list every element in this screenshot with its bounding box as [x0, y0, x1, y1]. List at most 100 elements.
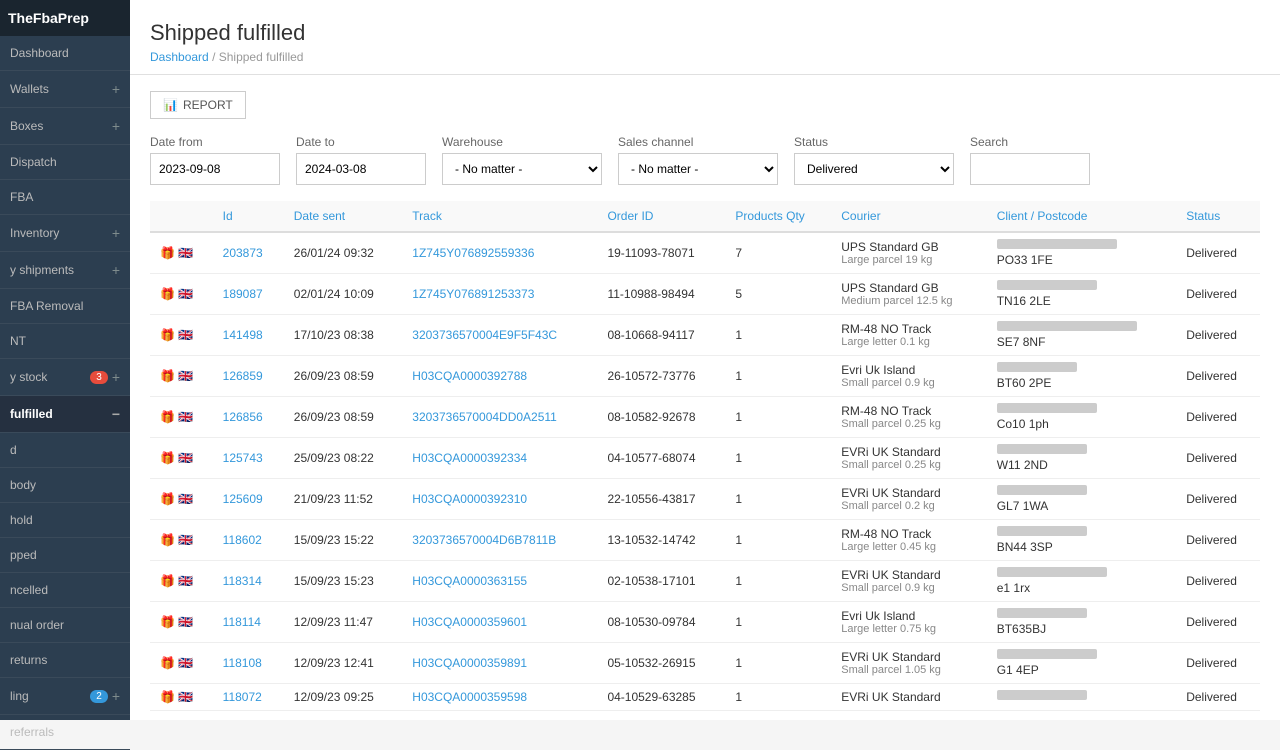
id-link[interactable]: 189087 [223, 287, 263, 301]
row-id[interactable]: 118114 [213, 602, 284, 643]
row-id[interactable]: 118072 [213, 684, 284, 711]
sidebar-item-ling[interactable]: ling 2 + [0, 678, 130, 715]
sales-channel-select[interactable]: - No matter - [618, 153, 778, 185]
y-stock-badge: 3 [90, 371, 108, 384]
id-link[interactable]: 203873 [223, 246, 263, 260]
sidebar-item-fba[interactable]: FBA [0, 180, 130, 215]
track-link[interactable]: H03CQA0000359891 [412, 656, 527, 670]
track-link[interactable]: H03CQA0000363155 [412, 574, 527, 588]
row-status: Delivered [1176, 561, 1260, 602]
row-track[interactable]: H03CQA0000363155 [402, 561, 597, 602]
row-track[interactable]: 1Z745Y076892559336 [402, 232, 597, 274]
col-header-order-id[interactable]: Order ID [597, 201, 725, 232]
col-header-status[interactable]: Status [1176, 201, 1260, 232]
gift-icon: 🎁 [160, 533, 175, 547]
id-link[interactable]: 125609 [223, 492, 263, 506]
row-track[interactable]: H03CQA0000392788 [402, 356, 597, 397]
row-date-sent: 25/09/23 08:22 [284, 438, 403, 479]
track-link[interactable]: H03CQA0000392788 [412, 369, 527, 383]
id-link[interactable]: 125743 [223, 451, 263, 465]
sidebar-item-inventory[interactable]: Inventory + [0, 215, 130, 252]
track-link[interactable]: 3203736570004DD0A2511 [412, 410, 557, 424]
courier-name: UPS Standard GB [841, 281, 976, 295]
sidebar-item-boxes[interactable]: Boxes + [0, 108, 130, 145]
track-link[interactable]: H03CQA0000359598 [412, 690, 527, 704]
sidebar-item-fba-removal[interactable]: FBA Removal [0, 289, 130, 324]
table-row: 🎁🇬🇧11831415/09/23 15:23H03CQA00003631550… [150, 561, 1260, 602]
track-link[interactable]: 1Z745Y076891253373 [412, 287, 534, 301]
row-id[interactable]: 118108 [213, 643, 284, 684]
row-date-sent: 26/01/24 09:32 [284, 232, 403, 274]
id-link[interactable]: 118602 [223, 533, 262, 547]
warehouse-select[interactable]: - No matter - [442, 153, 602, 185]
track-link[interactable]: H03CQA0000392310 [412, 492, 527, 506]
report-button[interactable]: 📊 REPORT [150, 91, 246, 119]
row-id[interactable]: 141498 [213, 315, 284, 356]
id-link[interactable]: 118114 [223, 615, 261, 629]
row-track[interactable]: 3203736570004E9F5F43C [402, 315, 597, 356]
track-link[interactable]: 1Z745Y076892559336 [412, 246, 534, 260]
row-track[interactable]: H03CQA0000359601 [402, 602, 597, 643]
id-link[interactable]: 141498 [223, 328, 263, 342]
sidebar-item-pped[interactable]: pped [0, 538, 130, 573]
main-content: Shipped fulfilled Dashboard / Shipped fu… [130, 0, 1280, 720]
row-id[interactable]: 189087 [213, 274, 284, 315]
id-link[interactable]: 118108 [223, 656, 262, 670]
row-id[interactable]: 118314 [213, 561, 284, 602]
sidebar-item-dashboard[interactable]: Dashboard [0, 36, 130, 71]
sidebar-item-hold[interactable]: hold [0, 503, 130, 538]
breadcrumb-home-link[interactable]: Dashboard [150, 50, 209, 64]
sidebar-item-y-shipments[interactable]: y shipments + [0, 252, 130, 289]
row-id[interactable]: 125743 [213, 438, 284, 479]
row-id[interactable]: 126856 [213, 397, 284, 438]
row-id[interactable]: 126859 [213, 356, 284, 397]
client-name-blurred [997, 239, 1166, 253]
search-input[interactable] [970, 153, 1090, 185]
flag-icon: 🇬🇧 [178, 492, 193, 506]
sidebar-item-ncelled[interactable]: ncelled [0, 573, 130, 608]
sidebar-item-d[interactable]: d [0, 433, 130, 468]
date-from-input[interactable] [150, 153, 280, 185]
row-track[interactable]: 1Z745Y076891253373 [402, 274, 597, 315]
track-link[interactable]: H03CQA0000392334 [412, 451, 527, 465]
page-header: Shipped fulfilled Dashboard / Shipped fu… [130, 0, 1280, 75]
sidebar-item-returns[interactable]: returns [0, 643, 130, 678]
col-header-track[interactable]: Track [402, 201, 597, 232]
sidebar-item-nt[interactable]: NT [0, 324, 130, 359]
track-link[interactable]: 3203736570004E9F5F43C [412, 328, 557, 342]
sidebar-item-body[interactable]: body [0, 468, 130, 503]
row-track[interactable]: H03CQA0000392310 [402, 479, 597, 520]
row-id[interactable]: 125609 [213, 479, 284, 520]
row-track[interactable]: H03CQA0000359891 [402, 643, 597, 684]
postcode: BT635BJ [997, 622, 1166, 636]
row-order-id: 19-11093-78071 [597, 232, 725, 274]
col-header-id[interactable]: Id [213, 201, 284, 232]
track-link[interactable]: 3203736570004D6B7811B [412, 533, 556, 547]
row-client-postcode: TN16 2LE [987, 274, 1176, 315]
sidebar-item-wallets[interactable]: Wallets + [0, 71, 130, 108]
row-date-sent: 17/10/23 08:38 [284, 315, 403, 356]
col-header-products-qty[interactable]: Products Qty [725, 201, 831, 232]
id-link[interactable]: 126856 [223, 410, 263, 424]
col-header-client-postcode[interactable]: Client / Postcode [987, 201, 1176, 232]
row-track[interactable]: H03CQA0000359598 [402, 684, 597, 711]
id-link[interactable]: 118072 [223, 690, 262, 704]
col-header-courier[interactable]: Courier [831, 201, 986, 232]
row-track[interactable]: 3203736570004D6B7811B [402, 520, 597, 561]
row-icons: 🎁🇬🇧 [150, 397, 213, 438]
row-id[interactable]: 203873 [213, 232, 284, 274]
row-id[interactable]: 118602 [213, 520, 284, 561]
sidebar-item-referrals[interactable]: referrals [0, 715, 130, 750]
status-select[interactable]: Delivered [794, 153, 954, 185]
row-track[interactable]: H03CQA0000392334 [402, 438, 597, 479]
sidebar-item-nual-order[interactable]: nual order [0, 608, 130, 643]
date-to-input[interactable] [296, 153, 426, 185]
id-link[interactable]: 126859 [223, 369, 263, 383]
row-track[interactable]: 3203736570004DD0A2511 [402, 397, 597, 438]
sidebar-item-dispatch[interactable]: Dispatch [0, 145, 130, 180]
col-header-date-sent[interactable]: Date sent [284, 201, 403, 232]
track-link[interactable]: H03CQA0000359601 [412, 615, 527, 629]
sidebar-item-y-stock[interactable]: y stock 3 + [0, 359, 130, 396]
id-link[interactable]: 118314 [223, 574, 262, 588]
sidebar-item-fulfilled[interactable]: fulfilled − [0, 396, 130, 433]
